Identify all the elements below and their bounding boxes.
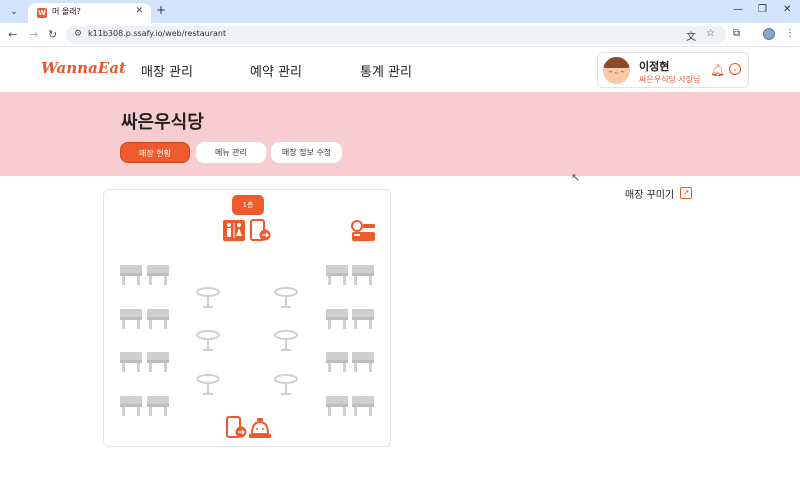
table-6[interactable] (147, 309, 169, 329)
browser-toolbar: ← → ↻ ⚙ k11b308.p.ssafy.io/web/restauran… (0, 23, 800, 47)
url-text: k11b308.p.ssafy.io/web/restaurant (88, 29, 227, 38)
table-1[interactable] (120, 265, 142, 285)
table-2[interactable] (147, 265, 169, 285)
close-icon[interactable]: ✕ (135, 6, 143, 16)
extensions-icon[interactable]: ⧉ (733, 28, 740, 39)
back-icon[interactable]: ← (8, 28, 17, 41)
close-window-icon[interactable]: ✕ (783, 4, 791, 15)
bell-icon[interactable]: 🔔︎ (710, 63, 725, 77)
nav-store-management[interactable]: 매장 관리 (141, 61, 193, 80)
profile-icon[interactable] (763, 28, 775, 40)
round-table-4[interactable] (274, 330, 298, 351)
floor-plan-svg (120, 219, 375, 438)
table-10[interactable] (147, 352, 169, 372)
site-header: WannaEat 매장 관리 예약 관리 통계 관리 ᵔ ᵕ ᵔ 이정현 싸은우… (0, 48, 800, 92)
address-bar[interactable]: ⚙ k11b308.p.ssafy.io/web/restaurant 文 ☆ (66, 26, 726, 44)
table-5[interactable] (120, 309, 142, 329)
nav-reservation-management[interactable]: 예약 관리 (250, 61, 302, 80)
entrance-door-icon[interactable] (226, 416, 247, 438)
round-table-3[interactable] (196, 330, 220, 351)
decorate-store-label[interactable]: 매장 꾸미기 (625, 186, 674, 201)
chevron-down-icon[interactable]: ⌄ (729, 63, 741, 75)
counter-icon[interactable] (351, 220, 375, 241)
tab-list-icon[interactable]: ⌄ (6, 4, 22, 20)
tab-store-status[interactable]: 매장 현황 (120, 142, 190, 163)
table-11[interactable] (326, 352, 348, 372)
table-4[interactable] (352, 265, 374, 285)
floor-map: 1층 (103, 189, 391, 447)
store-hero: 싸은우식당 매장 현황 메뉴 관리 매장 정보 수정 (0, 92, 800, 176)
table-13[interactable] (120, 396, 142, 416)
round-table-5[interactable] (196, 374, 220, 395)
tab-favicon-icon: W (37, 8, 47, 18)
tables-group (120, 265, 374, 416)
new-tab-icon[interactable]: + (156, 3, 166, 17)
bookmark-star-icon[interactable]: ☆ (706, 28, 715, 39)
table-15[interactable] (326, 396, 348, 416)
logo[interactable]: WannaEat (41, 59, 126, 77)
table-3[interactable] (326, 265, 348, 285)
browser-tab[interactable]: W 머 올래? ✕ (28, 3, 151, 23)
tab-title: 머 올래? (52, 7, 81, 16)
forward-icon[interactable]: → (29, 28, 38, 41)
reload-icon[interactable]: ↻ (48, 28, 57, 41)
table-16[interactable] (352, 396, 374, 416)
round-table-6[interactable] (274, 374, 298, 395)
table-14[interactable] (147, 396, 169, 416)
round-table-2[interactable] (274, 287, 298, 308)
minimize-icon[interactable]: — (733, 4, 743, 15)
mouse-cursor-icon: ↖ (571, 171, 581, 184)
tab-store-info-edit[interactable]: 매장 정보 수정 (271, 142, 342, 163)
page-title: 싸은우식당 (121, 112, 204, 133)
table-12[interactable] (352, 352, 374, 372)
table-7[interactable] (326, 309, 348, 329)
translate-icon[interactable]: 文 (686, 28, 696, 43)
restroom-icon[interactable] (223, 220, 245, 241)
tab-menu-management[interactable]: 메뉴 관리 (196, 142, 266, 163)
avatar: ᵔ ᵕ ᵔ (603, 57, 630, 84)
nav-statistics-management[interactable]: 통계 관리 (360, 61, 412, 80)
reception-bell-icon[interactable] (249, 418, 271, 438)
site-info-icon[interactable]: ⚙ (74, 29, 82, 39)
user-role: 싸은우식당 사장님 (639, 75, 701, 84)
profile-card[interactable]: ᵔ ᵕ ᵔ 이정현 싸은우식당 사장님 🔔︎ ⌄ (597, 52, 749, 88)
menu-icon[interactable]: ⋮ (785, 28, 795, 39)
table-8[interactable] (352, 309, 374, 329)
user-name: 이정현 (639, 60, 670, 73)
browser-tab-strip: ⌄ W 머 올래? ✕ + — ❐ ✕ (0, 0, 800, 23)
exit-door-icon[interactable] (250, 219, 271, 241)
round-table-1[interactable] (196, 287, 220, 308)
restore-icon[interactable]: ❐ (758, 4, 767, 15)
table-9[interactable] (120, 352, 142, 372)
external-link-icon[interactable]: ↗ (680, 187, 692, 199)
